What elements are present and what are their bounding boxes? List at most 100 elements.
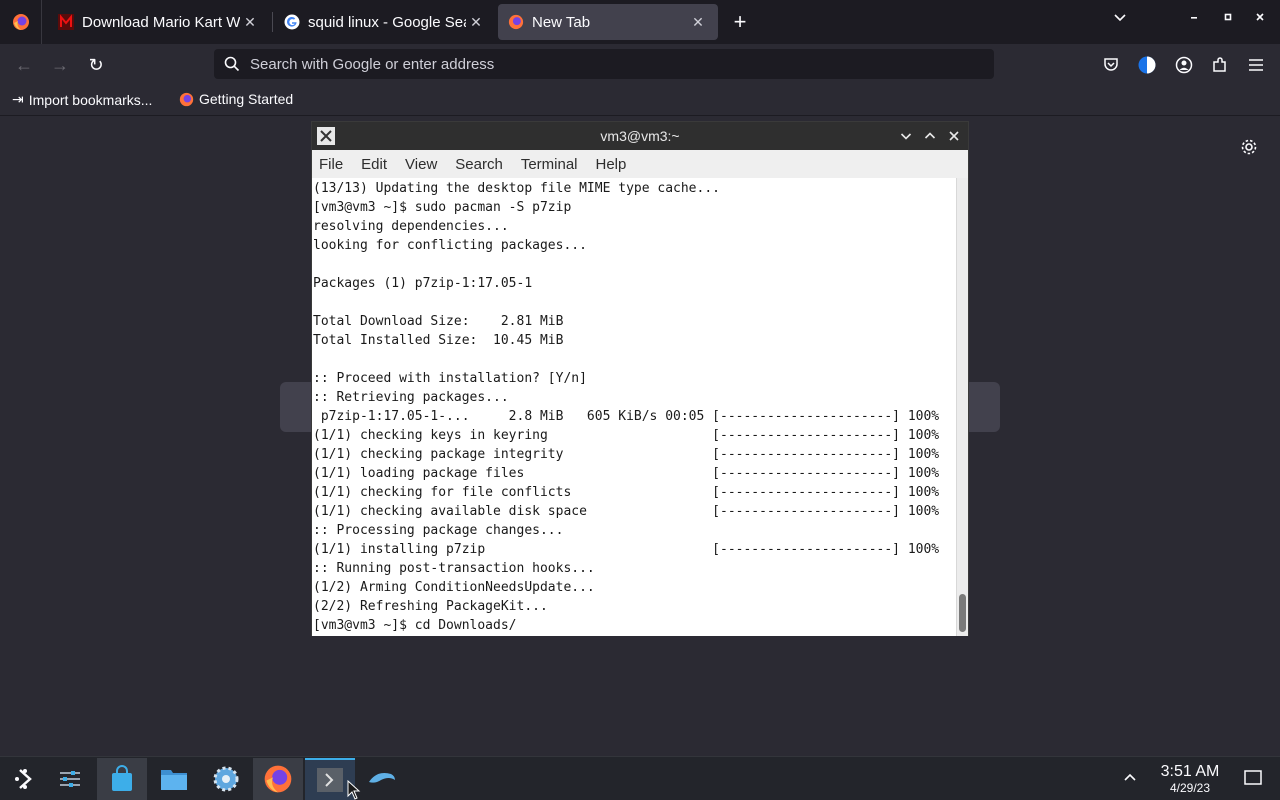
- terminal-scrollbar[interactable]: [956, 178, 968, 636]
- discover-store-button[interactable]: [97, 758, 147, 800]
- scrollbar-thumb[interactable]: [959, 594, 966, 632]
- firefox-favicon: [508, 14, 524, 30]
- terminal-line: (1/1) checking available disk space [---…: [313, 504, 940, 519]
- tab-close-icon[interactable]: ✕: [466, 14, 486, 31]
- clock-date: 4/29/23: [1169, 781, 1211, 795]
- settings-button[interactable]: [201, 758, 251, 800]
- tab-mario-kart[interactable]: Download Mario Kart Wii ✕: [48, 4, 270, 40]
- terminal-line: :: Running post-transaction hooks...: [313, 561, 595, 576]
- clock-time: 3:51 AM: [1160, 763, 1220, 780]
- terminal-title: vm3@vm3:~: [600, 128, 680, 144]
- tab-separator: [272, 12, 273, 32]
- terminal-line: (1/1) checking package integrity [------…: [313, 447, 940, 462]
- taskbar: 3:51 AM 4/29/23: [0, 756, 1280, 800]
- settings-gear-icon: [213, 766, 239, 792]
- terminal-line: :: Retrieving packages...: [313, 390, 509, 405]
- forward-arrow-icon[interactable]: →: [47, 52, 73, 78]
- search-icon: [224, 56, 240, 72]
- address-placeholder: Search with Google or enter address: [250, 55, 495, 73]
- menu-search[interactable]: Search: [455, 156, 503, 173]
- terminal-line: p7zip-1:17.05-1-... 2.8 MiB 605 KiB/s 00…: [313, 409, 940, 424]
- terminal-line: (1/1) installing p7zip [----------------…: [313, 542, 940, 557]
- list-all-tabs-chevron-icon[interactable]: [1108, 10, 1132, 27]
- import-icon: ⇥: [12, 91, 24, 107]
- new-tab-button[interactable]: +: [728, 8, 752, 36]
- terminal-menubar: File Edit View Search Terminal Help: [312, 150, 968, 178]
- maximize-icon[interactable]: [1216, 10, 1240, 26]
- firefox-icon: [179, 92, 194, 106]
- menu-edit[interactable]: Edit: [361, 156, 387, 173]
- file-manager-button[interactable]: [149, 758, 199, 800]
- terminal-line: (2/2) Refreshing PackageKit...: [313, 599, 548, 614]
- terminal-output[interactable]: (13/13) Updating the desktop file MIME t…: [312, 178, 956, 636]
- firefox-taskbar-button[interactable]: [253, 758, 303, 800]
- terminal-line: looking for conflicting packages...: [313, 238, 587, 253]
- reload-icon[interactable]: ↻: [83, 52, 109, 78]
- maximize-chevron-icon[interactable]: [920, 126, 940, 146]
- dolphin-taskbar-button[interactable]: [357, 758, 407, 800]
- terminal-line: :: Proceed with installation? [Y/n]: [313, 371, 587, 386]
- tab-title: Download Mario Kart Wii: [82, 13, 240, 31]
- menu-file[interactable]: File: [319, 156, 343, 173]
- account-icon[interactable]: [1173, 54, 1195, 76]
- terminal-line: (1/1) loading package files [-----------…: [313, 466, 940, 481]
- back-arrow-icon[interactable]: ←: [11, 52, 37, 78]
- close-icon[interactable]: [944, 126, 964, 146]
- menu-terminal[interactable]: Terminal: [521, 156, 578, 173]
- terminal-line: (1/2) Arming ConditionNeedsUpdate...: [313, 580, 595, 595]
- firefox-view-button[interactable]: [0, 0, 42, 44]
- system-settings-sliders[interactable]: [45, 758, 95, 800]
- firefox-icon: [264, 765, 292, 793]
- browser-navbar: ← → ↻ Search with Google or enter addres…: [0, 44, 1280, 86]
- terminal-line: resolving dependencies...: [313, 219, 509, 234]
- sliders-icon: [60, 771, 80, 787]
- bookmark-import[interactable]: ⇥ Import bookmarks...: [12, 91, 152, 108]
- gear-icon[interactable]: [1240, 138, 1258, 161]
- terminal-line: (1/1) checking keys in keyring [--------…: [313, 428, 940, 443]
- terminal-line: Total Download Size: 2.81 MiB: [313, 314, 564, 329]
- pocket-icon[interactable]: [1100, 54, 1122, 76]
- bookmark-getting-started[interactable]: Getting Started: [179, 91, 293, 107]
- address-bar[interactable]: Search with Google or enter address: [214, 49, 994, 79]
- tab-close-icon[interactable]: ✕: [688, 14, 708, 31]
- app-launcher-button[interactable]: [0, 758, 50, 800]
- minimize-icon[interactable]: [1182, 10, 1206, 26]
- terminal-window: vm3@vm3:~ File Edit View Search Terminal…: [311, 121, 969, 636]
- bookmarks-toolbar: ⇥ Import bookmarks... Getting Started: [0, 86, 1280, 116]
- firefox-icon: [12, 14, 29, 30]
- tab-new-tab[interactable]: New Tab ✕: [498, 4, 718, 40]
- system-tray-expand-icon[interactable]: [1122, 769, 1138, 790]
- terminal-line: Packages (1) p7zip-1:17.05-1: [313, 276, 533, 291]
- extensions-puzzle-icon[interactable]: [1209, 54, 1231, 76]
- digital-clock[interactable]: 3:51 AM 4/29/23: [1150, 763, 1230, 795]
- tab-title: New Tab: [532, 13, 591, 31]
- tab-title: squid linux - Google Search: [308, 13, 466, 31]
- terminal-line: :: Processing package changes...: [313, 523, 564, 538]
- menu-help[interactable]: Help: [596, 156, 627, 173]
- close-window-icon[interactable]: [1248, 10, 1272, 26]
- extension-blue-icon[interactable]: [1136, 54, 1158, 76]
- dolphin-icon: [369, 773, 395, 783]
- tab-squid-linux[interactable]: squid linux - Google Search ✕: [274, 4, 496, 40]
- bookmark-label: Getting Started: [199, 91, 294, 107]
- terminal-line: (13/13) Updating the desktop file MIME t…: [313, 181, 720, 196]
- terminal-lines: (13/13) Updating the desktop file MIME t…: [313, 179, 939, 635]
- launcher-icon: [15, 769, 32, 789]
- red-m-favicon: [58, 14, 74, 30]
- terminal-line: Total Installed Size: 10.45 MiB: [313, 333, 564, 348]
- show-desktop-icon[interactable]: [1243, 769, 1263, 792]
- tab-close-icon[interactable]: ✕: [240, 14, 260, 31]
- terminal-titlebar[interactable]: vm3@vm3:~: [312, 122, 968, 150]
- hamburger-menu-icon[interactable]: [1245, 54, 1267, 76]
- google-favicon: [284, 14, 300, 30]
- menu-view[interactable]: View: [405, 156, 437, 173]
- minimize-chevron-icon[interactable]: [896, 126, 916, 146]
- mouse-cursor-icon: [347, 779, 361, 800]
- folder-icon: [161, 770, 187, 790]
- terminal-line: [vm3@vm3 ~]$ sudo pacman -S p7zip: [313, 200, 572, 215]
- terminal-icon: [317, 768, 343, 792]
- terminal-line: [vm3@vm3 ~]$ cd Downloads/: [313, 618, 517, 633]
